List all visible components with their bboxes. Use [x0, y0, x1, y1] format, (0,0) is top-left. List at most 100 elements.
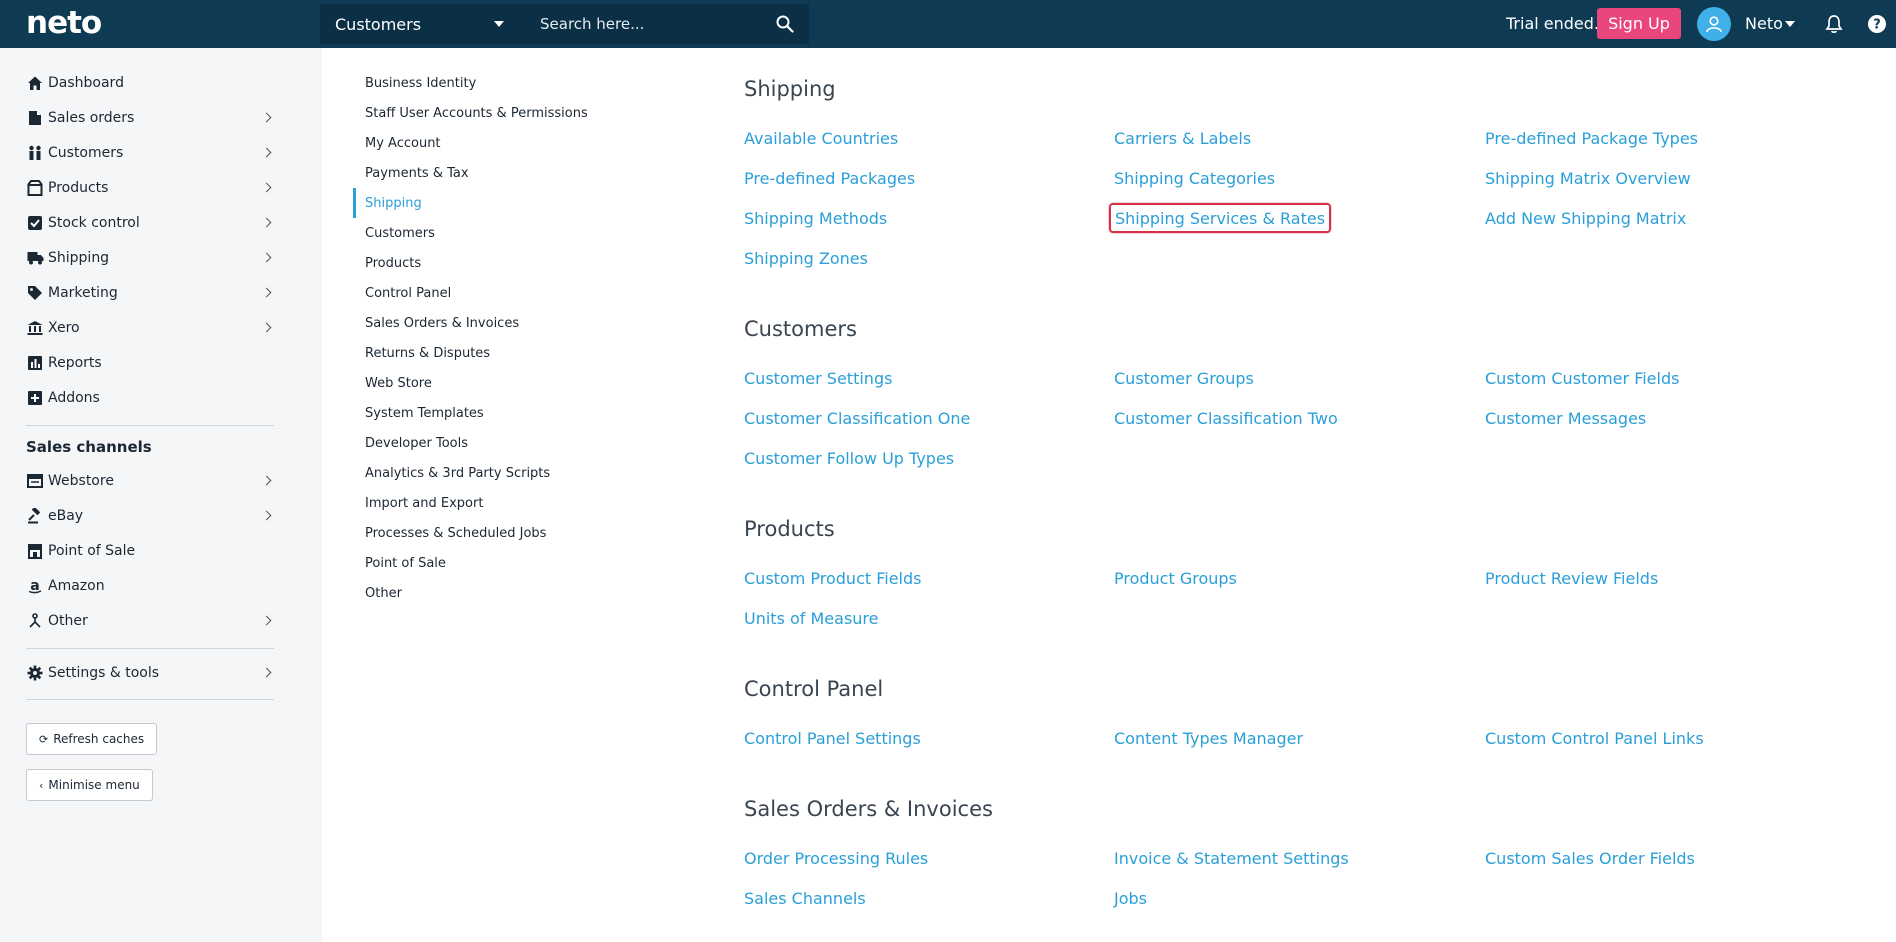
sidebar-item-webstore[interactable]: Webstore: [26, 466, 274, 496]
sidebar-item-amazon[interactable]: a Amazon: [26, 571, 274, 601]
subnav-analytics-scripts[interactable]: Analytics & 3rd Party Scripts: [365, 458, 550, 488]
link-custom-customer-fields[interactable]: Custom Customer Fields: [1485, 365, 1679, 391]
search-scope-dropdown[interactable]: Customers: [320, 4, 520, 44]
subnav-system-templates[interactable]: System Templates: [365, 398, 484, 428]
subnav-payments-tax[interactable]: Payments & Tax: [365, 158, 469, 188]
sidebar-item-label: Products: [48, 180, 109, 196]
subnav-import-export[interactable]: Import and Export: [365, 488, 483, 518]
subnav-developer-tools[interactable]: Developer Tools: [365, 428, 468, 458]
notifications-bell-icon[interactable]: [1823, 13, 1845, 35]
sidebar-item-sales-orders[interactable]: Sales orders: [26, 103, 274, 133]
subnav-sales-orders-invoices[interactable]: Sales Orders & Invoices: [365, 308, 519, 338]
subnav-web-store[interactable]: Web Store: [365, 368, 432, 398]
subnav-control-panel[interactable]: Control Panel: [365, 278, 451, 308]
minimise-menu-button[interactable]: ‹ Minimise menu: [26, 769, 153, 801]
subnav-other[interactable]: Other: [365, 578, 402, 608]
sign-up-button[interactable]: Sign Up: [1597, 8, 1681, 39]
link-custom-sales-order-fields[interactable]: Custom Sales Order Fields: [1485, 845, 1695, 871]
section-title-customers: Customers: [744, 317, 857, 341]
link-add-new-shipping-matrix[interactable]: Add New Shipping Matrix: [1485, 205, 1686, 231]
link-control-panel-settings[interactable]: Control Panel Settings: [744, 725, 921, 751]
link-product-groups[interactable]: Product Groups: [1114, 565, 1237, 591]
trial-status-text: Trial ended.: [1506, 14, 1600, 33]
fork-icon: [26, 612, 44, 630]
neto-logo[interactable]: neto: [26, 6, 102, 40]
subnav-shipping[interactable]: Shipping: [365, 188, 422, 218]
search-button[interactable]: [761, 4, 809, 44]
sidebar-item-other[interactable]: Other: [26, 606, 274, 636]
sidebar-item-ebay[interactable]: eBay: [26, 501, 274, 531]
sidebar-item-xero[interactable]: Xero: [26, 313, 274, 343]
subnav-returns-disputes[interactable]: Returns & Disputes: [365, 338, 490, 368]
sidebar-divider: [26, 648, 274, 649]
subnav-business-identity[interactable]: Business Identity: [365, 68, 476, 98]
help-question-icon[interactable]: ?: [1866, 13, 1888, 35]
main-sidebar: Dashboard Sales orders Customers Product…: [0, 48, 322, 942]
sidebar-item-label: Addons: [48, 390, 100, 406]
settings-main-panel: Business Identity Staff User Accounts & …: [322, 48, 1896, 942]
sidebar-item-label: Customers: [48, 145, 124, 161]
sidebar-item-label: Point of Sale: [48, 543, 136, 559]
link-shipping-categories[interactable]: Shipping Categories: [1114, 165, 1275, 191]
sidebar-item-marketing[interactable]: Marketing: [26, 278, 274, 308]
section-title-shipping: Shipping: [744, 77, 836, 101]
link-shipping-matrix-overview[interactable]: Shipping Matrix Overview: [1485, 165, 1691, 191]
caret-down-icon[interactable]: [1785, 21, 1795, 27]
subnav-point-of-sale[interactable]: Point of Sale: [365, 548, 446, 578]
sidebar-item-label: eBay: [48, 508, 84, 524]
subnav-staff-user-accounts[interactable]: Staff User Accounts & Permissions: [365, 98, 588, 128]
search-input[interactable]: [520, 4, 761, 44]
link-sales-channels[interactable]: Sales Channels: [744, 885, 866, 911]
subnav-my-account[interactable]: My Account: [365, 128, 441, 158]
subnav-processes-jobs[interactable]: Processes & Scheduled Jobs: [365, 518, 546, 548]
chevron-right-icon: [261, 615, 272, 626]
link-customer-groups[interactable]: Customer Groups: [1114, 365, 1254, 391]
subnav-customers[interactable]: Customers: [365, 218, 435, 248]
link-shipping-services-rates[interactable]: Shipping Services & Rates: [1109, 203, 1332, 233]
link-custom-control-panel-links[interactable]: Custom Control Panel Links: [1485, 725, 1704, 751]
chart-icon: [26, 354, 44, 372]
link-customer-follow-up-types[interactable]: Customer Follow Up Types: [744, 445, 954, 471]
link-customer-classification-two[interactable]: Customer Classification Two: [1114, 405, 1338, 431]
link-customer-messages[interactable]: Customer Messages: [1485, 405, 1646, 431]
sidebar-item-label: Webstore: [48, 473, 114, 489]
sidebar-item-point-of-sale[interactable]: Point of Sale: [26, 536, 274, 566]
user-menu-name[interactable]: Neto: [1745, 14, 1783, 33]
sidebar-item-shipping[interactable]: Shipping: [26, 243, 274, 273]
amazon-icon: a: [26, 577, 44, 595]
search-icon: [776, 15, 794, 33]
sidebar-item-customers[interactable]: Customers: [26, 138, 274, 168]
link-customer-settings[interactable]: Customer Settings: [744, 365, 892, 391]
sidebar-item-dashboard[interactable]: Dashboard: [26, 68, 274, 98]
link-order-processing-rules[interactable]: Order Processing Rules: [744, 845, 928, 871]
link-shipping-zones[interactable]: Shipping Zones: [744, 245, 868, 271]
link-custom-product-fields[interactable]: Custom Product Fields: [744, 565, 921, 591]
user-avatar[interactable]: [1697, 7, 1731, 41]
sidebar-item-settings-tools[interactable]: Settings & tools: [26, 658, 274, 688]
link-invoice-statement-settings[interactable]: Invoice & Statement Settings: [1114, 845, 1349, 871]
plus-icon: [26, 389, 44, 407]
sidebar-item-reports[interactable]: Reports: [26, 348, 274, 378]
link-shipping-methods[interactable]: Shipping Methods: [744, 205, 887, 231]
chevron-right-icon: [261, 287, 272, 298]
top-navigation-bar: neto Customers Trial ended. Sign Up Neto…: [0, 0, 1896, 48]
link-content-types-manager[interactable]: Content Types Manager: [1114, 725, 1303, 751]
link-units-of-measure[interactable]: Units of Measure: [744, 605, 879, 631]
link-predefined-package-types[interactable]: Pre-defined Package Types: [1485, 125, 1698, 151]
link-carriers-labels[interactable]: Carriers & Labels: [1114, 125, 1251, 151]
sidebar-item-label: Other: [48, 613, 88, 629]
subnav-products[interactable]: Products: [365, 248, 421, 278]
link-customer-classification-one[interactable]: Customer Classification One: [744, 405, 970, 431]
refresh-caches-label: Refresh caches: [53, 732, 145, 746]
link-available-countries[interactable]: Available Countries: [744, 125, 898, 151]
link-product-review-fields[interactable]: Product Review Fields: [1485, 565, 1658, 591]
sidebar-item-label: Dashboard: [48, 75, 124, 91]
link-jobs[interactable]: Jobs: [1114, 885, 1147, 911]
box-icon: [26, 179, 44, 197]
link-predefined-packages[interactable]: Pre-defined Packages: [744, 165, 915, 191]
sidebar-item-addons[interactable]: Addons: [26, 383, 274, 413]
sidebar-item-stock-control[interactable]: Stock control: [26, 208, 274, 238]
chevron-right-icon: [261, 252, 272, 263]
refresh-caches-button[interactable]: ⟳ Refresh caches: [26, 723, 158, 755]
sidebar-item-products[interactable]: Products: [26, 173, 274, 203]
